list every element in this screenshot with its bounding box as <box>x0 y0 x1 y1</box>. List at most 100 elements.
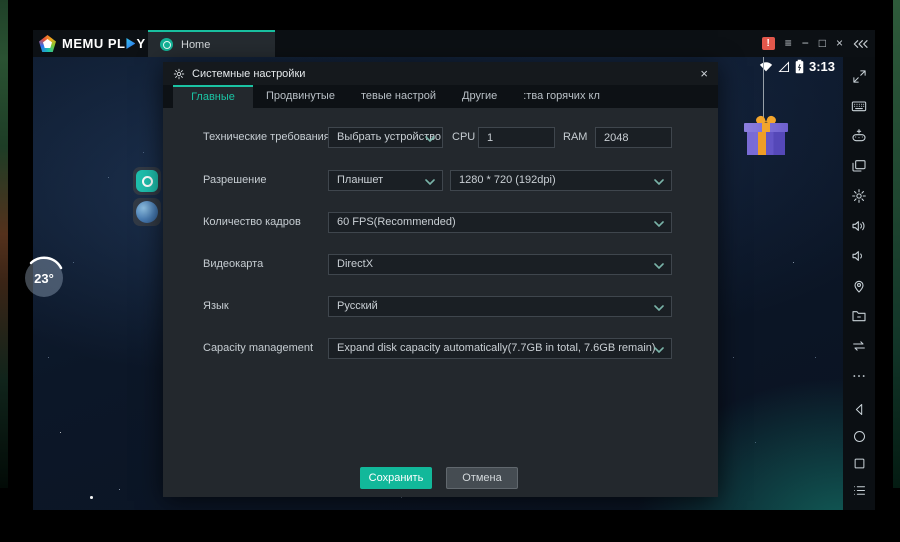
keyboard-button[interactable] <box>843 91 875 121</box>
location-pin-icon <box>851 278 867 294</box>
home-tab-label: Home <box>181 39 210 51</box>
nav-home-button[interactable] <box>843 423 875 450</box>
language-label: Язык <box>203 296 333 317</box>
fullscreen-icon <box>852 69 867 84</box>
browser-globe-icon <box>136 201 158 223</box>
dialog-title: Системные настройки <box>192 68 305 80</box>
window-controls: ! ≡ − □ × <box>762 30 869 57</box>
nav-menu-button[interactable] <box>843 477 875 504</box>
status-clock: 3:13 <box>809 59 835 74</box>
shared-folder-icon <box>851 308 867 324</box>
resolution-type-select[interactable]: Планшет <box>328 170 443 191</box>
cancel-button[interactable]: Отмена <box>446 467 518 489</box>
battery-icon <box>795 59 804 74</box>
tab-main[interactable]: Главные <box>173 85 253 108</box>
dialog-close-button[interactable]: × <box>700 62 708 85</box>
shared-folder-button[interactable] <box>843 301 875 331</box>
android-nav-buttons <box>843 396 875 510</box>
wifi-icon <box>759 61 773 72</box>
toolbar-sidebar <box>843 57 875 510</box>
settings-button[interactable] <box>843 181 875 211</box>
system-settings-dialog: Системные настройки × Главные Продвинуты… <box>163 62 718 497</box>
chevron-down-icon <box>654 221 664 227</box>
back-triangle-icon <box>852 402 867 417</box>
memu-logo-text: MEMU PLY <box>62 36 146 51</box>
settings-gear-icon <box>851 188 867 204</box>
ram-input[interactable] <box>595 127 672 148</box>
resolution-label: Разрешение <box>203 170 333 191</box>
keymapping-icon <box>851 128 867 144</box>
home-tab-icon <box>160 38 173 51</box>
dialog-header: Системные настройки × <box>163 62 718 85</box>
language-select[interactable]: Русский <box>328 296 672 317</box>
multi-window-button[interactable] <box>843 151 875 181</box>
resolution-size-select[interactable]: 1280 * 720 (192dpi) <box>450 170 672 191</box>
chevron-down-icon <box>425 179 435 185</box>
window-titlebar: MEMU PLY Home ! ≡ − □ × <box>33 30 875 57</box>
app-icon-memu[interactable] <box>133 167 161 195</box>
memu-app-icon <box>136 170 158 192</box>
more-button[interactable] <box>843 361 875 391</box>
gift-box[interactable] <box>743 115 789 155</box>
rotate-icon <box>851 338 867 354</box>
gift-body <box>747 132 785 155</box>
keymapping-button[interactable] <box>843 121 875 151</box>
tab-home[interactable]: Home <box>148 30 275 57</box>
dialog-gear-icon <box>173 68 185 80</box>
weather-temp: 23° <box>34 271 54 286</box>
notification-badge[interactable]: ! <box>762 37 775 50</box>
gift-lid <box>744 123 788 132</box>
rotate-screen-button[interactable] <box>843 331 875 361</box>
chevron-down-icon <box>654 347 664 353</box>
volume-up-button[interactable] <box>843 211 875 241</box>
device-label: Технические требования <box>203 127 333 148</box>
menu-list-icon <box>852 483 867 498</box>
maximize-button[interactable]: □ <box>819 30 826 57</box>
desktop-edge-left <box>0 0 8 488</box>
cell-signal-icon <box>778 61 790 73</box>
fullscreen-button[interactable] <box>843 61 875 91</box>
memu-logo: MEMU PLY <box>39 30 146 57</box>
save-button[interactable]: Сохранить <box>360 467 432 489</box>
tab-advanced[interactable]: Продвинутые <box>253 85 348 108</box>
app-icon-browser[interactable] <box>133 198 161 226</box>
cpu-input[interactable] <box>478 127 555 148</box>
chevron-down-icon <box>654 305 664 311</box>
capacity-label: Capacity management <box>203 338 333 359</box>
multi-window-icon <box>851 158 867 174</box>
desktop-edge-right <box>893 0 900 488</box>
minimize-button[interactable]: − <box>802 30 809 57</box>
chevron-down-icon <box>654 263 664 269</box>
main-menu-button[interactable]: ≡ <box>785 30 792 57</box>
weather-widget[interactable]: 23° <box>24 258 64 298</box>
tab-network[interactable]: тевые настрой <box>348 85 449 108</box>
keyboard-icon <box>851 98 867 114</box>
chevron-down-icon <box>425 136 435 142</box>
gift-string <box>763 57 764 117</box>
volume-up-icon <box>851 218 867 234</box>
chevron-down-icon <box>654 179 664 185</box>
fps-label: Количество кадров <box>203 212 333 233</box>
gpu-select[interactable]: DirectX <box>328 254 672 275</box>
collapse-sidebar-button[interactable] <box>853 39 869 49</box>
fps-select[interactable]: 60 FPS(Recommended) <box>328 212 672 233</box>
close-button[interactable]: × <box>836 30 843 57</box>
logo-play-triangle-icon <box>126 38 135 49</box>
gpu-label: Видеокарта <box>203 254 333 275</box>
android-status-bar: 3:13 <box>759 59 835 74</box>
ram-label: RAM <box>563 127 593 148</box>
capacity-select[interactable]: Expand disk capacity automatically(7.7GB… <box>328 338 672 359</box>
location-button[interactable] <box>843 271 875 301</box>
tab-hotkeys[interactable]: :тва горячих кл <box>510 85 613 108</box>
more-dots-icon <box>851 368 867 384</box>
nav-recents-button[interactable] <box>843 450 875 477</box>
tab-other[interactable]: Другие <box>449 85 510 108</box>
recents-square-icon <box>852 456 867 471</box>
memu-pentagon-icon <box>39 35 56 52</box>
volume-down-button[interactable] <box>843 241 875 271</box>
device-select[interactable]: Выбрать устройство <box>328 127 443 148</box>
starfield <box>33 57 34 58</box>
dialog-tabs: Главные Продвинутые тевые настрой Другие… <box>163 85 718 108</box>
volume-down-icon <box>851 248 867 264</box>
nav-back-button[interactable] <box>843 396 875 423</box>
